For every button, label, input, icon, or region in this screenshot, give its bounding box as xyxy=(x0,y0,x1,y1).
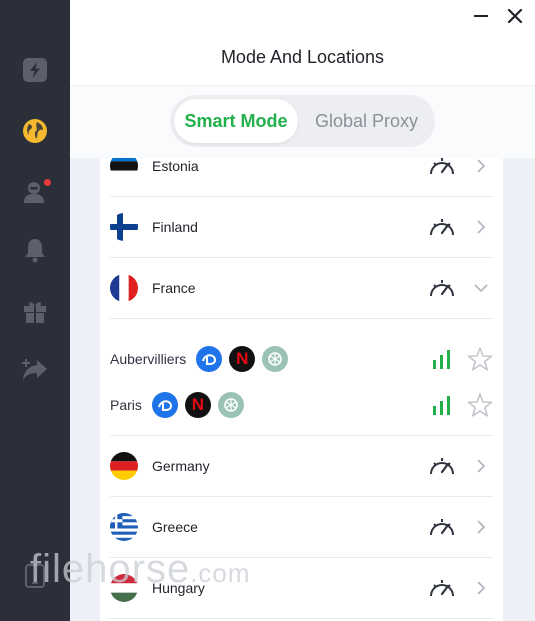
lightning-icon xyxy=(23,58,47,82)
country-row-finland[interactable]: Finland xyxy=(110,197,493,258)
sidebar-item-locations[interactable] xyxy=(21,117,49,145)
favorite-star-icon[interactable] xyxy=(467,392,493,418)
speed-test-icon[interactable] xyxy=(428,215,456,239)
speed-test-icon[interactable] xyxy=(428,515,456,539)
close-icon xyxy=(507,8,523,24)
watermark-text: filehorse xyxy=(30,547,191,591)
watermark: filehorse.com xyxy=(30,547,251,592)
sidebar-item-share[interactable] xyxy=(21,355,49,383)
minimize-icon xyxy=(474,15,488,17)
chevron-right-icon[interactable] xyxy=(474,219,488,235)
mode-toggle: Smart Mode Global Proxy xyxy=(170,95,435,147)
greece-flag xyxy=(110,513,138,541)
country-name: Finland xyxy=(152,219,198,235)
global-proxy-tab[interactable]: Global Proxy xyxy=(302,99,431,143)
netflix-icon: N xyxy=(229,346,256,372)
country-row-germany[interactable]: Germany xyxy=(110,436,493,497)
germany-flag xyxy=(110,452,138,480)
speed-test-icon[interactable] xyxy=(428,276,456,300)
share-icon xyxy=(22,359,47,380)
sidebar xyxy=(0,0,70,621)
city-name: Aubervilliers xyxy=(110,351,187,367)
disney-plus-icon xyxy=(151,392,178,418)
gift-icon xyxy=(24,302,46,323)
speed-test-icon[interactable] xyxy=(428,454,456,478)
france-city-list: Aubervilliers N Paris N xyxy=(110,319,493,436)
country-row-france[interactable]: France xyxy=(110,258,493,319)
smart-mode-tab[interactable]: Smart Mode xyxy=(174,99,298,143)
signal-strength-icon xyxy=(433,396,450,415)
speed-test-icon[interactable] xyxy=(428,158,456,178)
globe-icon xyxy=(23,119,47,143)
signal-strength-icon xyxy=(433,350,450,369)
finland-flag xyxy=(110,213,138,241)
france-flag xyxy=(110,274,138,302)
chatgpt-icon xyxy=(262,346,289,372)
city-name: Paris xyxy=(110,397,142,413)
sidebar-item-account[interactable] xyxy=(21,178,51,206)
disney-plus-icon xyxy=(196,346,223,372)
notification-badge xyxy=(44,179,51,186)
netflix-icon: N xyxy=(184,392,211,418)
country-name: Greece xyxy=(152,519,198,535)
bell-icon xyxy=(25,239,45,263)
estonia-flag xyxy=(110,158,138,180)
chatgpt-icon xyxy=(217,392,244,418)
city-row-aubervilliers[interactable]: Aubervilliers N xyxy=(110,346,289,372)
favorite-star-icon[interactable] xyxy=(467,346,493,372)
close-button[interactable] xyxy=(505,6,525,26)
page-title: Mode And Locations xyxy=(220,47,385,67)
chevron-right-icon[interactable] xyxy=(474,519,488,535)
country-name: France xyxy=(152,280,196,296)
country-name: Germany xyxy=(152,458,210,474)
chevron-right-icon[interactable] xyxy=(474,580,488,596)
speed-test-icon[interactable] xyxy=(428,576,456,600)
watermark-suffix: .com xyxy=(190,558,251,588)
country-row-estonia[interactable]: Estonia xyxy=(110,158,493,197)
sidebar-item-gifts[interactable] xyxy=(21,297,49,325)
minimize-button[interactable] xyxy=(471,6,491,26)
chevron-right-icon[interactable] xyxy=(474,158,488,174)
sidebar-item-lightning[interactable] xyxy=(21,56,49,84)
chevron-right-icon[interactable] xyxy=(474,458,488,474)
sidebar-item-notifications[interactable] xyxy=(21,236,49,264)
city-row-paris[interactable]: Paris N xyxy=(110,392,244,418)
chevron-down-icon[interactable] xyxy=(474,280,488,296)
country-name: Estonia xyxy=(152,158,199,174)
